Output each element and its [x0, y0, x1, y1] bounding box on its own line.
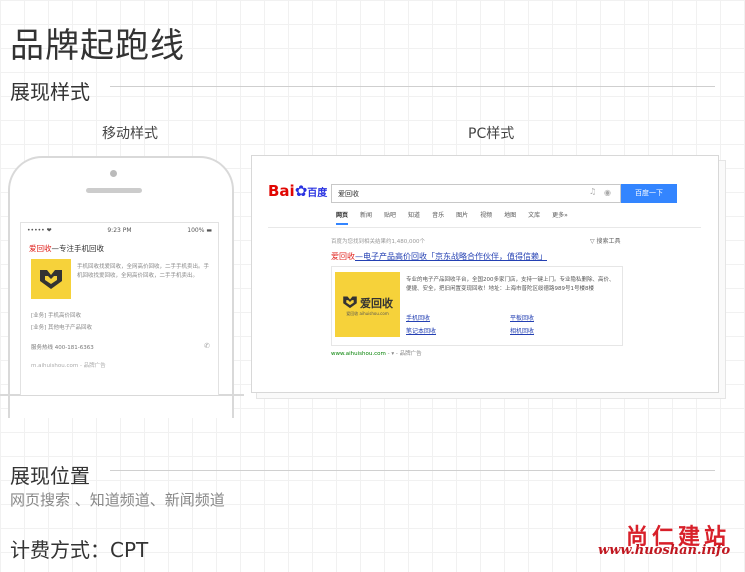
tab-news[interactable]: 新闻 [360, 210, 372, 225]
pc-ad-brand: 爱回收 [331, 252, 355, 261]
pc-url-tag: - ▾ - 品牌广告 [385, 351, 422, 357]
page-title: 品牌起跑线 [10, 26, 185, 66]
heart-logo-icon [343, 295, 357, 308]
tab-images[interactable]: 图片 [456, 210, 468, 225]
pc-ad-url: www.aihuishou.com - ▾ - 品牌广告 [331, 349, 422, 357]
pc-ad-description: 专业的电子产品回收平台，全国200多家门店，支持一键上门。专业隐私删除、高价、便… [406, 277, 615, 292]
display-style-heading: 展现样式 [10, 80, 90, 104]
pc-url-domain[interactable]: www.aihuishou.com [331, 351, 386, 357]
phone-call-icon[interactable]: ✆ [204, 342, 210, 350]
pc-ad-title[interactable]: 爱回收—电子产品高价回收「京东战略合作伙伴，值得信赖」 [331, 251, 547, 262]
baidu-logo[interactable]: Bai✿百度 [268, 182, 327, 200]
billing-method: 计费方式：CPT [10, 538, 149, 562]
mobile-ad-title[interactable]: 爱回收—专注手机回收 [29, 243, 104, 254]
phone-speaker [86, 188, 142, 193]
mobile-style-caption: 移动样式 [102, 126, 158, 142]
pc-search-input[interactable]: 爱回收 [331, 184, 621, 203]
pc-nav-divider [268, 227, 701, 228]
display-position-heading: 展现位置 [10, 464, 90, 488]
baidu-logo-red: Bai [268, 182, 295, 200]
watermark-url: www.huoshan.info [598, 543, 731, 558]
pc-brand-logo[interactable]: 爱回收 爱回收 aihuishou.com [335, 272, 400, 337]
tab-web[interactable]: 网页 [336, 210, 349, 225]
pc-link-camera-recycle[interactable]: 相机回收 [510, 326, 534, 335]
tab-more[interactable]: 更多» [552, 210, 568, 225]
pc-link-laptop-recycle[interactable]: 笔记本回收 [406, 326, 436, 335]
mobile-ad-title-rest: —专注手机回收 [51, 244, 105, 253]
tab-zhidao[interactable]: 知道 [408, 210, 420, 225]
pc-ad-title-rest: —电子产品高价回收「京东战略合作伙伴，值得信赖」 [355, 252, 547, 261]
display-style-divider [110, 86, 715, 87]
pc-link-tablet-recycle[interactable]: 平板回收 [510, 313, 534, 322]
heart-logo-icon [40, 270, 62, 289]
battery-icon: 100% ▬ [187, 227, 212, 234]
phone-camera-dot [110, 170, 117, 177]
mobile-link-other-recycle[interactable]: [业务] 其他电子产品回收 [31, 323, 92, 331]
pc-logo-text: 爱回收 [360, 296, 393, 310]
tab-map[interactable]: 地图 [504, 210, 516, 225]
mobile-screen: ••••• ❤ 9:23 PM 100% ▬ 爱回收—专注手机回收 手机回收找爱… [20, 222, 219, 395]
mobile-status-bar: ••••• ❤ 9:23 PM 100% ▬ [27, 227, 212, 234]
mobile-link-phone-recycle[interactable]: [业务] 手机高价回收 [31, 311, 81, 319]
pc-link-phone-recycle[interactable]: 手机回收 [406, 313, 430, 322]
mobile-brand-logo [31, 259, 71, 299]
tab-music[interactable]: 音乐 [432, 210, 444, 225]
pc-logo-row: 爱回收 [342, 293, 393, 311]
pc-style-caption: PC样式 [468, 126, 515, 142]
mobile-ad-description: 手机回收找爱回收，全网高价回收，二手手机卖出。手机回收找爱回收，全网高价回收，二… [77, 264, 210, 279]
baidu-logo-cn: 百度 [307, 188, 328, 199]
pc-nav-tabs: 网页 新闻 贴吧 知道 音乐 图片 视频 地图 文库 更多» [336, 210, 568, 225]
pc-search-tools[interactable]: ▽ 搜索工具 [590, 236, 621, 245]
display-position-divider [110, 470, 715, 471]
tab-wenku[interactable]: 文库 [528, 210, 540, 225]
paw-icon: ✿ [294, 182, 308, 200]
status-time: 9:23 PM [107, 227, 132, 234]
display-position-value: 网页搜索 、知道频道、新闻频道 [10, 491, 225, 509]
camera-icon[interactable]: ◉ [604, 188, 611, 197]
pc-search-button[interactable]: 百度一下 [621, 184, 677, 203]
mobile-ad-brand: 爱回收 [29, 244, 52, 253]
mobile-ad-url: m.aihuishou.com - 品牌广告 [31, 363, 106, 369]
tab-tieba[interactable]: 贴吧 [384, 210, 396, 225]
mobile-hotline[interactable]: 服务热线 400-181-6363 [31, 343, 94, 351]
tab-video[interactable]: 视频 [480, 210, 492, 225]
pc-result-count: 百度为您找到相关结果约1,480,000个 [331, 239, 425, 245]
microphone-icon[interactable]: ♫ [589, 187, 596, 196]
pc-logo-subtext: 爱回收 aihuishou.com [346, 310, 389, 316]
signal-icon: ••••• ❤ [27, 227, 52, 234]
